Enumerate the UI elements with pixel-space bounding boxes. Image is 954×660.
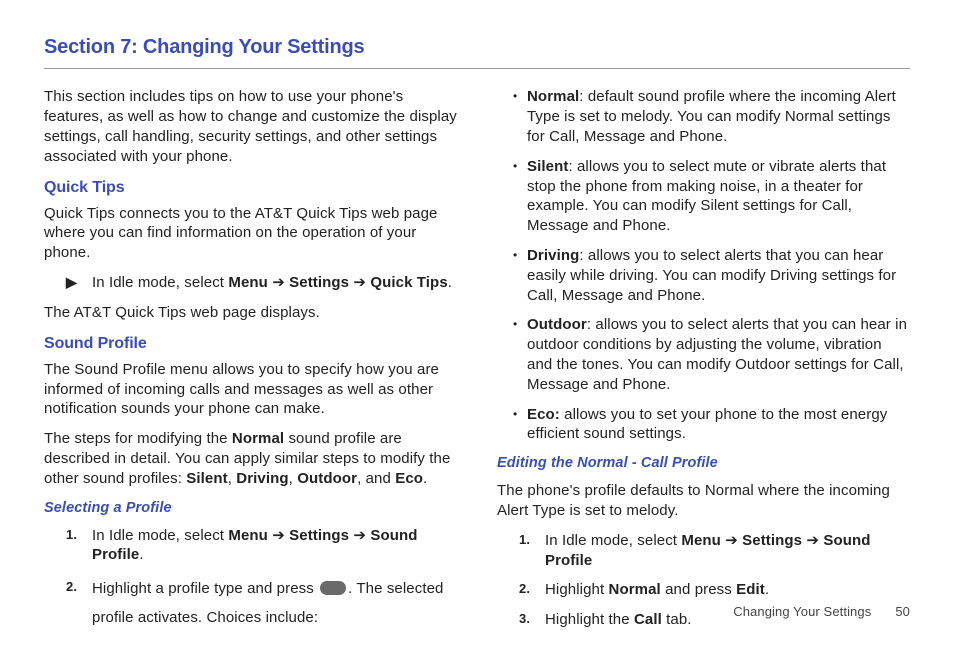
- left-column: This section includes tips on how to use…: [44, 87, 457, 642]
- quick-tips-step-text: In Idle mode, select Menu ➔ Settings ➔ Q…: [92, 273, 452, 293]
- edit-step-2: 2. Highlight Normal and press Edit.: [497, 580, 910, 600]
- title-rule: [44, 68, 910, 69]
- step-number: 1.: [519, 531, 545, 571]
- bullet-icon: •: [513, 246, 527, 305]
- bullet-icon: •: [513, 315, 527, 394]
- select-step-1: 1. In Idle mode, select Menu ➔ Settings …: [44, 526, 457, 566]
- select-step-1-text: In Idle mode, select Menu ➔ Settings ➔ S…: [92, 526, 457, 566]
- edit-step-3-text: Highlight the Call tab.: [545, 610, 692, 630]
- step-number: 2.: [519, 580, 545, 600]
- sound-profile-p1: The Sound Profile menu allows you to spe…: [44, 360, 457, 419]
- quick-tips-heading: Quick Tips: [44, 177, 457, 198]
- step-number: 2.: [66, 575, 92, 632]
- edit-step-1: 1. In Idle mode, select Menu ➔ Settings …: [497, 531, 910, 571]
- bullet-driving: • Driving: allows you to select alerts t…: [513, 246, 910, 305]
- quick-tips-p2: The AT&T Quick Tips web page displays.: [44, 303, 457, 323]
- edit-step-1-text: In Idle mode, select Menu ➔ Settings ➔ S…: [545, 531, 910, 571]
- bullet-icon: •: [513, 157, 527, 236]
- selecting-profile-heading: Selecting a Profile: [44, 499, 457, 518]
- editing-normal-p1: The phone's profile defaults to Normal w…: [497, 481, 910, 521]
- bullet-outdoor: • Outdoor: allows you to select alerts t…: [513, 315, 910, 394]
- editing-normal-heading: Editing the Normal - Call Profile: [497, 454, 910, 473]
- step-number: 1.: [66, 526, 92, 566]
- sound-profile-p2: The steps for modifying the Normal sound…: [44, 429, 457, 488]
- page-number: 50: [895, 603, 910, 620]
- quick-tips-p1: Quick Tips connects you to the AT&T Quic…: [44, 204, 457, 263]
- bullet-eco: • Eco: allows you to set your phone to t…: [513, 405, 910, 445]
- footer-label: Changing Your Settings: [733, 603, 871, 620]
- intro-paragraph: This section includes tips on how to use…: [44, 87, 457, 166]
- play-arrow-icon: ▶: [66, 273, 92, 293]
- ok-key-icon: [320, 581, 346, 595]
- bullet-silent: • Silent: allows you to select mute or v…: [513, 157, 910, 236]
- bullet-icon: •: [513, 87, 527, 146]
- quick-tips-step: ▶ In Idle mode, select Menu ➔ Settings ➔…: [44, 273, 457, 293]
- right-column: • Normal: default sound profile where th…: [497, 87, 910, 642]
- section-title: Section 7: Changing Your Settings: [44, 34, 910, 60]
- sound-profile-heading: Sound Profile: [44, 333, 457, 354]
- edit-step-2-text: Highlight Normal and press Edit.: [545, 580, 769, 600]
- page-footer: Changing Your Settings 50: [733, 603, 910, 620]
- bullet-icon: •: [513, 405, 527, 445]
- select-step-2-text: Highlight a profile type and press . The…: [92, 575, 457, 632]
- select-step-2: 2. Highlight a profile type and press . …: [44, 575, 457, 632]
- step-number: 3.: [519, 610, 545, 630]
- bullet-normal: • Normal: default sound profile where th…: [513, 87, 910, 146]
